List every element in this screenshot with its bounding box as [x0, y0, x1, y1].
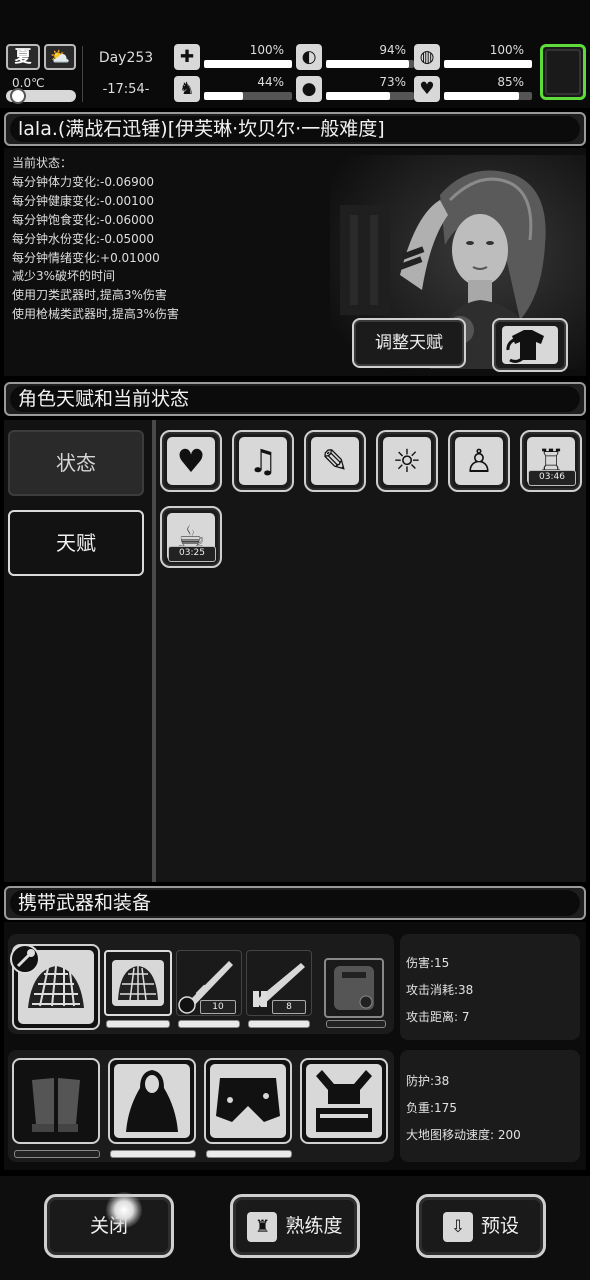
status-slot[interactable]: ☕ 03:25: [160, 506, 222, 568]
status-slot[interactable]: ♥: [160, 430, 222, 492]
preset-button-label: 预设: [480, 1215, 519, 1237]
health-bar: [204, 60, 292, 68]
status-slot[interactable]: ☼: [376, 430, 438, 492]
health-percent: 100%: [249, 43, 284, 57]
water-drop-icon: ●: [296, 76, 322, 102]
divider: [82, 46, 83, 102]
gloves-icon: [32, 1078, 80, 1132]
preset-box-icon: ⇩: [442, 1211, 473, 1242]
emotion-percent: 85%: [497, 75, 524, 89]
armor-slot-pants[interactable]: [204, 1058, 292, 1144]
status-line: 每分钟饱食变化:-0.06000: [12, 212, 154, 227]
food-bar: [326, 60, 414, 68]
armor-slot-cloak[interactable]: [108, 1058, 196, 1144]
status-line: 每分钟健康变化:-0.00100: [12, 193, 154, 208]
heart-icon: ♥: [414, 76, 440, 102]
armor-carry-weight: 负重:175: [406, 1101, 457, 1115]
weapon-slot-shield[interactable]: [324, 958, 384, 1018]
swap-outfit-icon: [502, 326, 558, 364]
weapon-type-badge-icon: [10, 944, 40, 974]
equipment-header: 携带武器和装备: [10, 890, 580, 916]
map-move-speed: 大地图移动速度: 200: [406, 1128, 521, 1142]
rifle-ammo-count: 10: [200, 1000, 236, 1014]
mood-bar: [444, 60, 532, 68]
status-timer: 03:46: [528, 470, 576, 486]
heart-icon: ♥: [167, 437, 215, 485]
weapon-slot-net[interactable]: [104, 950, 172, 1016]
emotion-bar: [444, 92, 532, 100]
day-counter: Day253: [98, 50, 154, 66]
tab-status[interactable]: 状态: [8, 430, 144, 496]
character-title: lala.(满战石迅锤)[伊芙琳·坎贝尔·一般难度]: [10, 116, 580, 142]
trophy-icon: ♜: [247, 1211, 278, 1242]
medkit-icon: ✚: [174, 44, 200, 70]
touch-indicator: [106, 1192, 142, 1228]
status-line: 每分钟水份变化:-0.05000: [12, 231, 154, 246]
armor-stats-box: 防护:38 负重:175 大地图移动速度: 200: [400, 1050, 580, 1162]
armor-slot-gloves[interactable]: [12, 1058, 100, 1144]
status-icon-grid: [156, 420, 586, 882]
net-icon: [112, 960, 164, 1006]
rifle-durability-bar: [178, 1020, 240, 1028]
hooded-cloak-icon: [114, 1064, 190, 1138]
alarm-light-icon: ☼: [383, 437, 431, 485]
music-heart-icon: ♫: [239, 437, 287, 485]
ragged-pants-icon: [210, 1064, 286, 1138]
gloves-durability-bar: [14, 1150, 100, 1158]
riot-shield-icon: [334, 966, 374, 1010]
cloak-durability-bar: [110, 1150, 196, 1158]
water-percent: 73%: [379, 75, 406, 89]
shotgun-durability-bar: [248, 1020, 310, 1028]
pants-durability-bar: [206, 1150, 292, 1158]
status-slot[interactable]: ✎: [304, 430, 366, 492]
status-line: 每分钟情绪变化:+0.01000: [12, 250, 160, 265]
armor-protection: 防护:38: [406, 1074, 450, 1088]
menu-button-inner: [545, 49, 581, 95]
proficiency-button[interactable]: ♜ 熟练度: [230, 1194, 360, 1258]
foot-icon: ♞: [174, 76, 200, 102]
food-percent: 94%: [379, 43, 406, 57]
adjust-talent-button[interactable]: 调整天赋: [352, 318, 466, 368]
backpack-frame-icon: [306, 1064, 382, 1138]
traits-header: 角色天赋和当前状态: [10, 386, 580, 412]
status-line: 每分钟体力变化:-0.06900: [12, 174, 154, 189]
person-heartbeat-icon: ♙: [455, 437, 503, 485]
pill-icon: ◍: [414, 44, 440, 70]
weapon-attack-cost: 攻击消耗:38: [406, 983, 474, 997]
status-line: 使用刀类武器时,提高3%伤害: [12, 288, 167, 303]
game-clock: -17:54-: [102, 82, 150, 97]
status-effects-list: 当前状态： 每分钟体力变化:-0.06900 每分钟健康变化:-0.00100 每分钟…: [12, 154, 179, 324]
season-indicator: 夏: [6, 44, 40, 70]
weapon-attack-range: 攻击距离: 7: [406, 1010, 470, 1024]
status-slot[interactable]: ♫: [232, 430, 294, 492]
status-line: 减少3%破坏的时间: [12, 269, 116, 284]
status-line: 当前状态：: [12, 156, 73, 170]
tab-talent[interactable]: 天赋: [8, 510, 144, 576]
status-slot[interactable]: ♖ 03:46: [520, 430, 582, 492]
preset-button[interactable]: ⇩ 预设: [416, 1194, 546, 1258]
shotgun-ammo-count: 8: [272, 1000, 306, 1014]
stamina-bar: [204, 92, 292, 100]
shield-durability-bar: [326, 1020, 386, 1028]
water-bar: [326, 92, 414, 100]
armor-slot-backpack[interactable]: [300, 1058, 388, 1144]
proficiency-button-label: 熟练度: [285, 1215, 343, 1237]
net-durability-bar: [106, 1020, 170, 1028]
swap-outfit-button[interactable]: [492, 318, 568, 372]
status-timer: 03:25: [168, 546, 216, 562]
mood-percent: 100%: [489, 43, 524, 57]
medicine-checklist-icon: ✎: [311, 437, 359, 485]
partly-cloudy-icon: ⛅: [44, 44, 76, 70]
weapon-stats-box: 伤害:15 攻击消耗:38 攻击距离: 7: [400, 934, 580, 1040]
status-line: 使用枪械类武器时,提高3%伤害: [12, 307, 179, 322]
status-slot[interactable]: ♙: [448, 430, 510, 492]
stamina-percent: 44%: [257, 75, 284, 89]
stomach-icon: ◐: [296, 44, 322, 70]
weapon-damage: 伤害:15: [406, 956, 450, 970]
